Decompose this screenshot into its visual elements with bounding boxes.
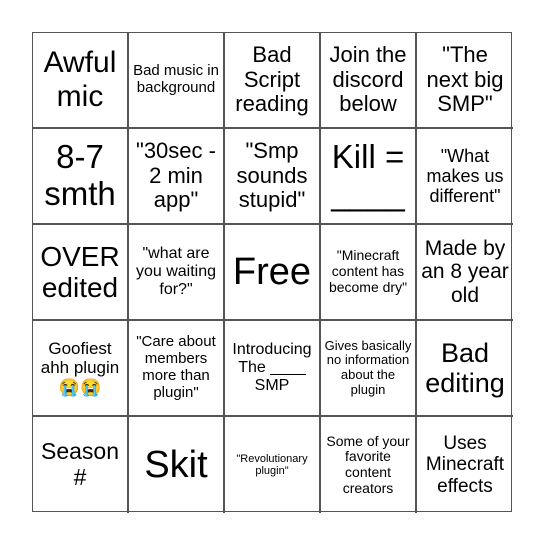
bingo-cell-text: Made by an 8 year old <box>421 236 509 307</box>
bingo-cell-text: Season # <box>40 438 119 490</box>
bingo-cell-text: "The next big SMP" <box>426 42 504 117</box>
bingo-cell-text: Kill = ____ <box>331 138 405 212</box>
bingo-cell-text: Bad editing <box>425 337 505 398</box>
bingo-card: Awful mic Bad music in background Bad Scri… <box>32 32 513 513</box>
bingo-cell-text: Uses Minecraft effects <box>425 433 505 497</box>
bingo-cell-text: Join the discord below <box>329 42 407 117</box>
bingo-cell-text: "what are you waiting for?" <box>135 245 217 298</box>
bingo-cell-text: Goofiest ahh plugin 😭😭 <box>40 339 120 397</box>
bingo-cell[interactable]: "Smp sounds stupid" <box>225 129 321 225</box>
bingo-cell-text: OVER edited <box>40 240 120 303</box>
bingo-cell-text: Free <box>232 250 312 293</box>
bingo-cell[interactable]: "Minecraft content has become dry" <box>321 225 417 321</box>
bingo-cell[interactable]: "What makes us different" <box>417 129 513 225</box>
bingo-cell-text: Introducing The ____ SMP <box>232 341 312 394</box>
bingo-cell[interactable]: Season # <box>33 417 129 513</box>
bingo-cell[interactable]: "30sec - 2 min app" <box>129 129 225 225</box>
bingo-cell-text: Bad Script reading <box>235 42 309 117</box>
bingo-cell[interactable]: "The next big SMP" <box>417 33 513 129</box>
bingo-cell-text: 8-7 smth <box>44 138 116 212</box>
bingo-cell-text: "Minecraft content has become dry" <box>328 247 408 295</box>
bingo-cell[interactable]: Bad music in background <box>129 33 225 129</box>
bingo-cell-text: Skit <box>144 443 208 486</box>
bingo-cell[interactable]: Introducing The ____ SMP <box>225 321 321 417</box>
bingo-cell[interactable]: Some of your favorite content creators <box>321 417 417 513</box>
bingo-cell[interactable]: Bad Script reading <box>225 33 321 129</box>
bingo-cell[interactable]: "Revolutionary plugin" <box>225 417 321 513</box>
bingo-cell[interactable]: Gives basically no information about the… <box>321 321 417 417</box>
bingo-cell[interactable]: Kill = ____ <box>321 129 417 225</box>
bingo-cell[interactable]: 8-7 smth <box>33 129 129 225</box>
bingo-cell[interactable]: "Care about members more than plugin" <box>129 321 225 417</box>
bingo-cell[interactable]: Free <box>225 225 321 321</box>
bingo-cell-text: "Care about members more than plugin" <box>136 333 216 401</box>
bingo-cell[interactable]: "what are you waiting for?" <box>129 225 225 321</box>
bingo-cell-text: Gives basically no information about the… <box>324 337 412 397</box>
bingo-cell[interactable]: Uses Minecraft effects <box>417 417 513 513</box>
bingo-cell[interactable]: Bad editing <box>417 321 513 417</box>
bingo-cell-text: Awful mic <box>43 46 117 113</box>
bingo-cell-text: "30sec - 2 min app" <box>136 138 216 213</box>
bingo-cell-text: Some of your favorite content creators <box>326 432 410 496</box>
bingo-cell[interactable]: Skit <box>129 417 225 513</box>
bingo-cell-text: "Smp sounds stupid" <box>236 138 308 213</box>
bingo-cell-text: "Revolutionary plugin" <box>236 452 308 477</box>
bingo-cell[interactable]: OVER edited <box>33 225 129 321</box>
bingo-cell[interactable]: Made by an 8 year old <box>417 225 513 321</box>
bingo-cell-text: "What makes us different" <box>426 145 504 207</box>
bingo-cell[interactable]: Awful mic <box>33 33 129 129</box>
bingo-cell[interactable]: Goofiest ahh plugin 😭😭 <box>33 321 129 417</box>
bingo-cell-text: Bad music in background <box>133 62 219 96</box>
bingo-cell[interactable]: Join the discord below <box>321 33 417 129</box>
